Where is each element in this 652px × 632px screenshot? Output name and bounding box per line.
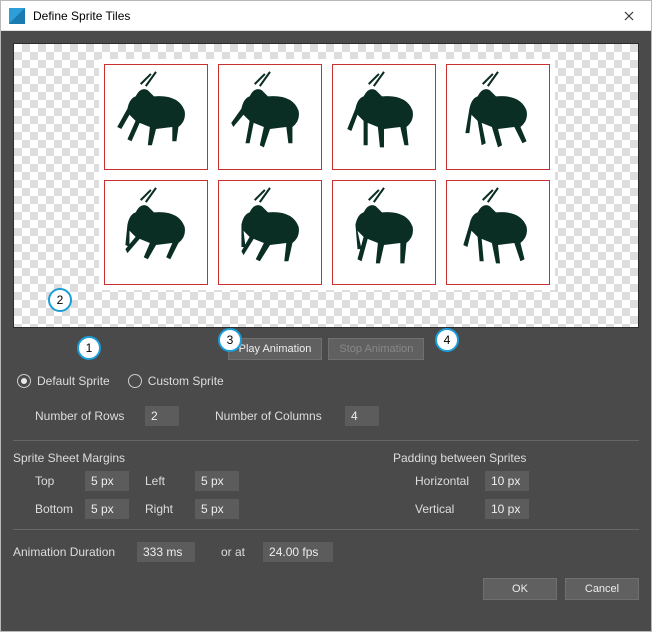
margin-right-label: Right [145,502,195,516]
cancel-button[interactable]: Cancel [565,578,639,600]
animation-duration-row: Animation Duration or at [13,540,639,564]
sprite-tile [218,64,322,170]
grid-size-row: Number of Rows Number of Columns [13,402,639,430]
sprite-tile [332,180,436,286]
margin-bottom-input[interactable] [85,499,129,519]
margins-padding-row: Sprite Sheet Margins Top Left Bottom Rig… [13,451,639,519]
margins-title: Sprite Sheet Margins [13,451,393,465]
margin-left-label: Left [145,474,195,488]
play-animation-button[interactable]: Play Animation [228,338,323,360]
sprite-tile [446,180,550,286]
rows-label: Number of Rows [35,409,145,423]
sprite-tile [332,64,436,170]
sprite-grid [99,59,555,290]
cols-label: Number of Columns [215,409,345,423]
close-icon [624,11,634,21]
duration-label: Animation Duration [13,545,131,559]
radio-indicator-icon [128,374,142,388]
sprite-preview: 2 [13,43,639,328]
dialog-buttons: OK Cancel [13,564,639,600]
cols-input[interactable] [345,406,379,426]
margin-left-input[interactable] [195,471,239,491]
titlebar: Define Sprite Tiles [1,1,651,31]
annotation-badge-2: 2 [48,288,72,312]
default-sprite-radio[interactable]: Default Sprite [17,374,110,388]
padding-v-input[interactable] [485,499,529,519]
fps-input[interactable] [263,542,333,562]
annotation-badge-4: 4 [435,328,459,352]
dialog-content: 2 1 3 Play Animation Stop Animation 4 De… [1,31,651,631]
dialog-window: Define Sprite Tiles [0,0,652,632]
animation-button-row: 1 3 Play Animation Stop Animation 4 [13,328,639,368]
annotation-badge-1: 1 [77,336,101,360]
window-title: Define Sprite Tiles [33,9,606,23]
ok-button[interactable]: OK [483,578,557,600]
margin-bottom-label: Bottom [35,502,85,516]
custom-sprite-radio[interactable]: Custom Sprite [128,374,224,388]
separator [13,529,639,530]
stop-animation-button: Stop Animation [328,338,424,360]
sprite-mode-radios: Default Sprite Custom Sprite [13,368,639,402]
padding-section: Padding between Sprites Horizontal Verti… [393,451,545,519]
padding-h-label: Horizontal [415,474,485,488]
margin-top-label: Top [35,474,85,488]
rows-input[interactable] [145,406,179,426]
radio-label: Custom Sprite [148,374,224,388]
app-icon [9,8,25,24]
close-button[interactable] [606,1,651,31]
sprite-tile [104,64,208,170]
padding-h-input[interactable] [485,471,529,491]
radio-indicator-icon [17,374,31,388]
duration-input[interactable] [137,542,195,562]
padding-v-label: Vertical [415,502,485,516]
separator [13,440,639,441]
margins-section: Sprite Sheet Margins Top Left Bottom Rig… [13,451,393,519]
sprite-tile [218,180,322,286]
radio-label: Default Sprite [37,374,110,388]
margin-top-input[interactable] [85,471,129,491]
margin-right-input[interactable] [195,499,239,519]
padding-title: Padding between Sprites [393,451,545,465]
sprite-tile [104,180,208,286]
sprite-tile [446,64,550,170]
or-at-label: or at [221,545,245,559]
